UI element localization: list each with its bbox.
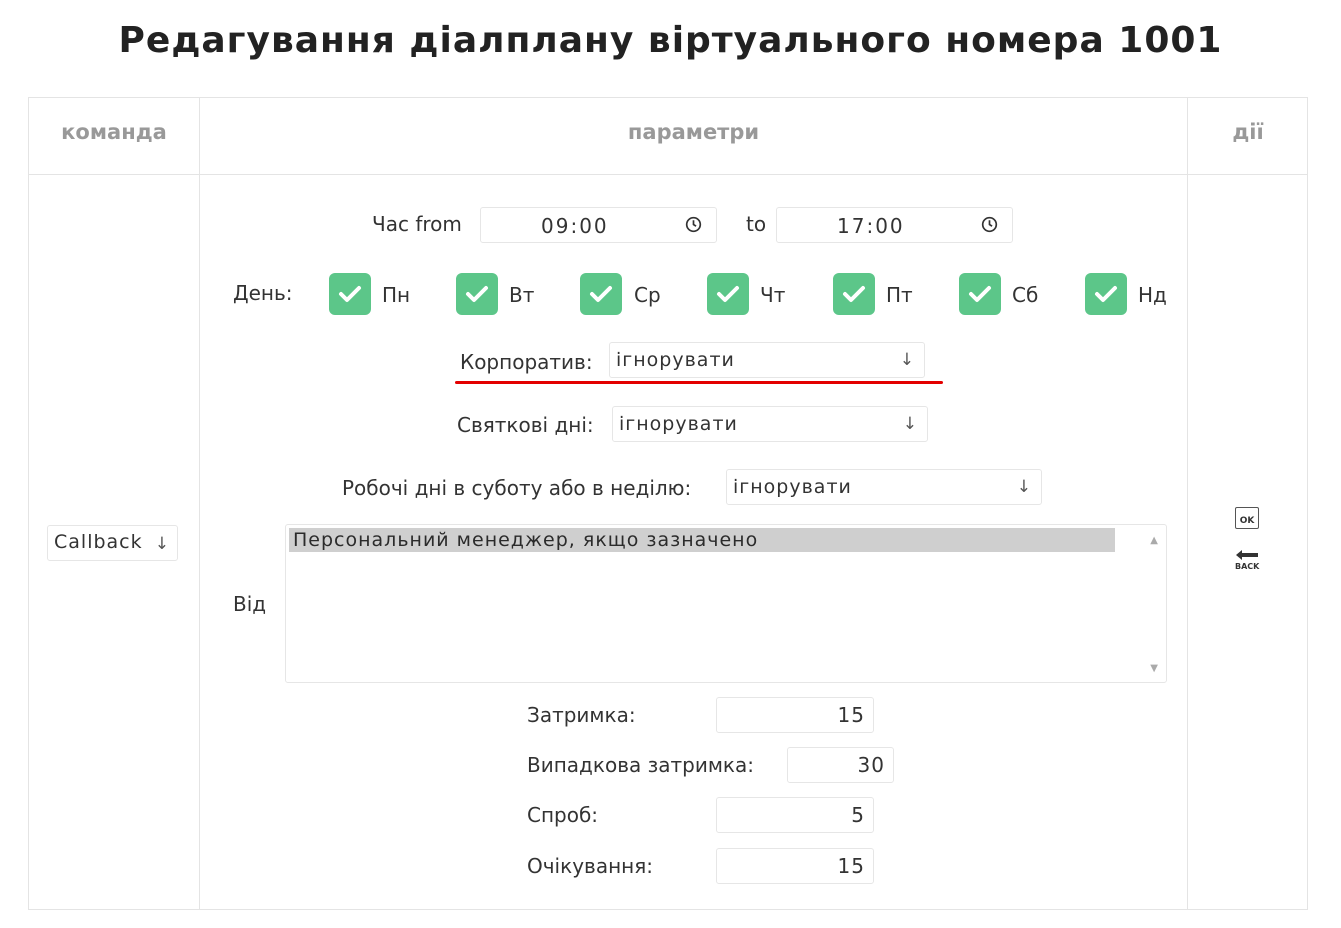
clock-icon[interactable]: [981, 216, 998, 233]
delay-input[interactable]: 15: [716, 697, 874, 733]
scroll-up-icon[interactable]: ▲: [1150, 535, 1158, 546]
attempts-label: Спроб:: [527, 803, 599, 827]
checkbox-mon[interactable]: [329, 273, 371, 315]
random-delay-value: 30: [857, 753, 885, 777]
command-select[interactable]: Callback ↓: [47, 525, 178, 561]
check-icon: [590, 286, 612, 302]
random-delay-input[interactable]: 30: [787, 747, 894, 783]
holidays-select-value: ігнорувати: [619, 413, 738, 435]
chevron-down-icon: ↓: [1016, 477, 1031, 497]
check-icon: [969, 286, 991, 302]
time-from-label: Час from: [372, 212, 462, 236]
checkbox-wed[interactable]: [580, 273, 622, 315]
column-divider: [1187, 98, 1188, 909]
day-label-thu: Чт: [760, 283, 786, 307]
days-label: День:: [233, 281, 293, 305]
random-delay-label: Випадкова затримка:: [527, 753, 754, 777]
check-icon: [466, 286, 488, 302]
scroll-down-icon[interactable]: ▼: [1150, 663, 1158, 674]
arrow-left-icon: [1236, 550, 1258, 560]
corporate-label: Корпоратив:: [460, 350, 593, 374]
attempts-value: 5: [851, 803, 865, 827]
waiting-input[interactable]: 15: [716, 848, 874, 884]
header-divider: [29, 174, 1307, 175]
ok-button[interactable]: OK: [1235, 507, 1259, 529]
from-listbox[interactable]: Персональний менеджер, якщо зазначено ▲ …: [285, 524, 1167, 683]
attempts-input[interactable]: 5: [716, 797, 874, 833]
list-item[interactable]: Персональний менеджер, якщо зазначено: [289, 528, 1115, 552]
checkbox-sun[interactable]: [1085, 273, 1127, 315]
time-to-label: to: [746, 212, 767, 236]
page-title: Редагування діалплану віртуального номер…: [118, 20, 1223, 61]
chevron-down-icon: ↓: [154, 534, 169, 554]
highlight-underline: [455, 381, 943, 384]
checkbox-tue[interactable]: [456, 273, 498, 315]
delay-value: 15: [837, 703, 865, 727]
weekend-workdays-label: Робочі дні в суботу або в неділю:: [342, 476, 692, 500]
waiting-label: Очікування:: [527, 854, 653, 878]
checkbox-sat[interactable]: [959, 273, 1001, 315]
back-icon-label: BACK: [1235, 562, 1260, 571]
check-icon: [717, 286, 739, 302]
check-icon: [1095, 286, 1117, 302]
check-icon: [339, 286, 361, 302]
command-select-value: Callback: [54, 531, 143, 553]
day-label-sun: Нд: [1138, 283, 1167, 307]
time-to-value: 17:00: [837, 214, 905, 238]
corporate-select[interactable]: ігнорувати ↓: [609, 342, 925, 378]
day-label-sat: Сб: [1012, 283, 1039, 307]
weekend-workdays-select[interactable]: ігнорувати ↓: [726, 469, 1042, 505]
ok-icon: OK: [1239, 516, 1255, 526]
from-label: Від: [233, 592, 267, 616]
checkbox-thu[interactable]: [707, 273, 749, 315]
chevron-down-icon: ↓: [902, 414, 917, 434]
clock-icon[interactable]: [685, 216, 702, 233]
day-label-wed: Ср: [634, 283, 661, 307]
checkbox-fri[interactable]: [833, 273, 875, 315]
column-divider: [199, 98, 200, 909]
header-params: параметри: [627, 120, 760, 144]
back-button[interactable]: BACK: [1234, 548, 1260, 576]
weekend-workdays-select-value: ігнорувати: [733, 476, 852, 498]
time-from-input[interactable]: 09:00: [480, 207, 717, 243]
header-actions: дії: [1232, 120, 1264, 144]
time-to-input[interactable]: 17:00: [776, 207, 1013, 243]
header-command: команда: [61, 120, 167, 144]
corporate-select-value: ігнорувати: [616, 349, 735, 371]
day-label-mon: Пн: [382, 283, 411, 307]
day-label-tue: Вт: [509, 283, 535, 307]
chevron-down-icon: ↓: [899, 350, 914, 370]
holidays-label: Святкові дні:: [457, 413, 594, 437]
check-icon: [843, 286, 865, 302]
time-from-value: 09:00: [541, 214, 609, 238]
holidays-select[interactable]: ігнорувати ↓: [612, 406, 928, 442]
waiting-value: 15: [837, 854, 865, 878]
day-label-fri: Пт: [886, 283, 913, 307]
delay-label: Затримка:: [527, 703, 636, 727]
